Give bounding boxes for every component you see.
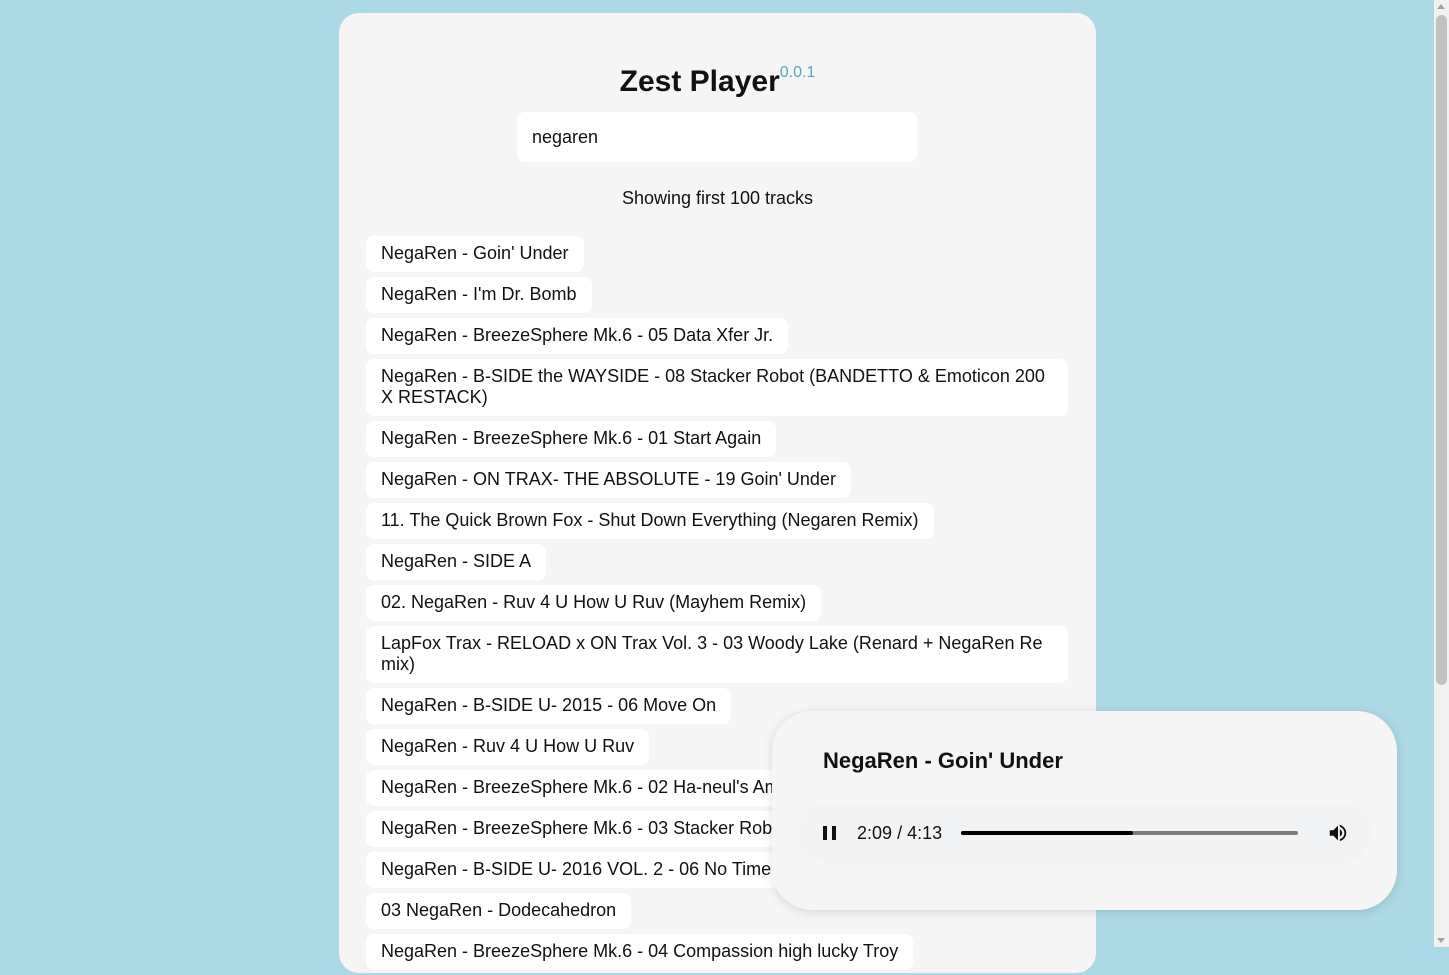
track-item[interactable]: NegaRen - BreezeSphere Mk.6 - 01 Start A… (366, 421, 777, 457)
search-input[interactable] (517, 112, 917, 162)
player-panel: NegaRen - Goin' Under 2:09 / 4:13 (772, 711, 1397, 910)
track-item[interactable]: NegaRen - B-SIDE U- 2016 VOL. 2 - 06 No … (366, 852, 802, 888)
track-item[interactable]: 02. NegaRen - Ruv 4 U How U Ruv (Mayhem … (366, 585, 822, 621)
track-item[interactable]: LapFox Trax - RELOAD x ON Trax Vol. 3 - … (366, 626, 1068, 683)
pause-icon[interactable] (822, 825, 838, 841)
results-summary: Showing first 100 tracks (621, 188, 814, 208)
track-item[interactable]: NegaRen - Goin' Under (366, 236, 584, 272)
track-item[interactable]: NegaRen - I'm Dr. Bomb (366, 277, 592, 313)
volume-icon-svg (1329, 824, 1347, 842)
app-version: 0.0.1 (779, 64, 816, 81)
pause-bar-left (823, 826, 827, 840)
header: Zest Player0.0.1 (339, 64, 1096, 99)
seek-slider[interactable] (961, 831, 1298, 835)
track-item[interactable]: NegaRen - BreezeSphere Mk.6 - 03 Stacker… (366, 811, 803, 847)
scroll-up-arrow-icon[interactable] (1437, 4, 1445, 9)
audio-controls: 2:09 / 4:13 (799, 803, 1371, 863)
track-item[interactable]: 11. The Quick Brown Fox - Shut Down Ever… (366, 503, 934, 539)
track-item[interactable]: NegaRen - SIDE A (366, 544, 547, 580)
track-item[interactable]: NegaRen - Ruv 4 U How U Ruv (366, 729, 650, 765)
track-item[interactable]: NegaRen - B-SIDE U- 2015 - 06 Move On (366, 688, 732, 724)
seek-slider-fill (961, 831, 1133, 835)
time-display: 2:09 / 4:13 (857, 823, 942, 844)
duration: 4:13 (907, 823, 943, 843)
track-item[interactable]: NegaRen - BreezeSphere Mk.6 - 05 Data Xf… (366, 318, 789, 354)
app-title: Zest Player (619, 65, 780, 98)
page-scrollbar[interactable] (1434, 0, 1449, 947)
current-time: 2:09 (857, 823, 893, 843)
scrollbar-thumb[interactable] (1436, 15, 1447, 685)
time-separator: / (897, 823, 903, 843)
track-item[interactable]: NegaRen - B-SIDE the WAYSIDE - 08 Stacke… (366, 359, 1068, 416)
pause-bar-right (832, 826, 836, 840)
track-item[interactable]: NegaRen - ON TRAX- THE ABSOLUTE - 19 Goi… (366, 462, 851, 498)
volume-icon[interactable] (1327, 822, 1349, 844)
track-item[interactable]: NegaRen - BreezeSphere Mk.6 - 04 Compass… (366, 934, 914, 970)
track-item[interactable]: NegaRen - BreezeSphere Mk.6 - 02 Ha-neul… (366, 770, 805, 806)
scroll-down-arrow-icon[interactable] (1437, 938, 1445, 943)
track-item[interactable]: 03 NegaRen - Dodecahedron (366, 893, 632, 929)
now-playing-title: NegaRen - Goin' Under (823, 748, 1063, 773)
